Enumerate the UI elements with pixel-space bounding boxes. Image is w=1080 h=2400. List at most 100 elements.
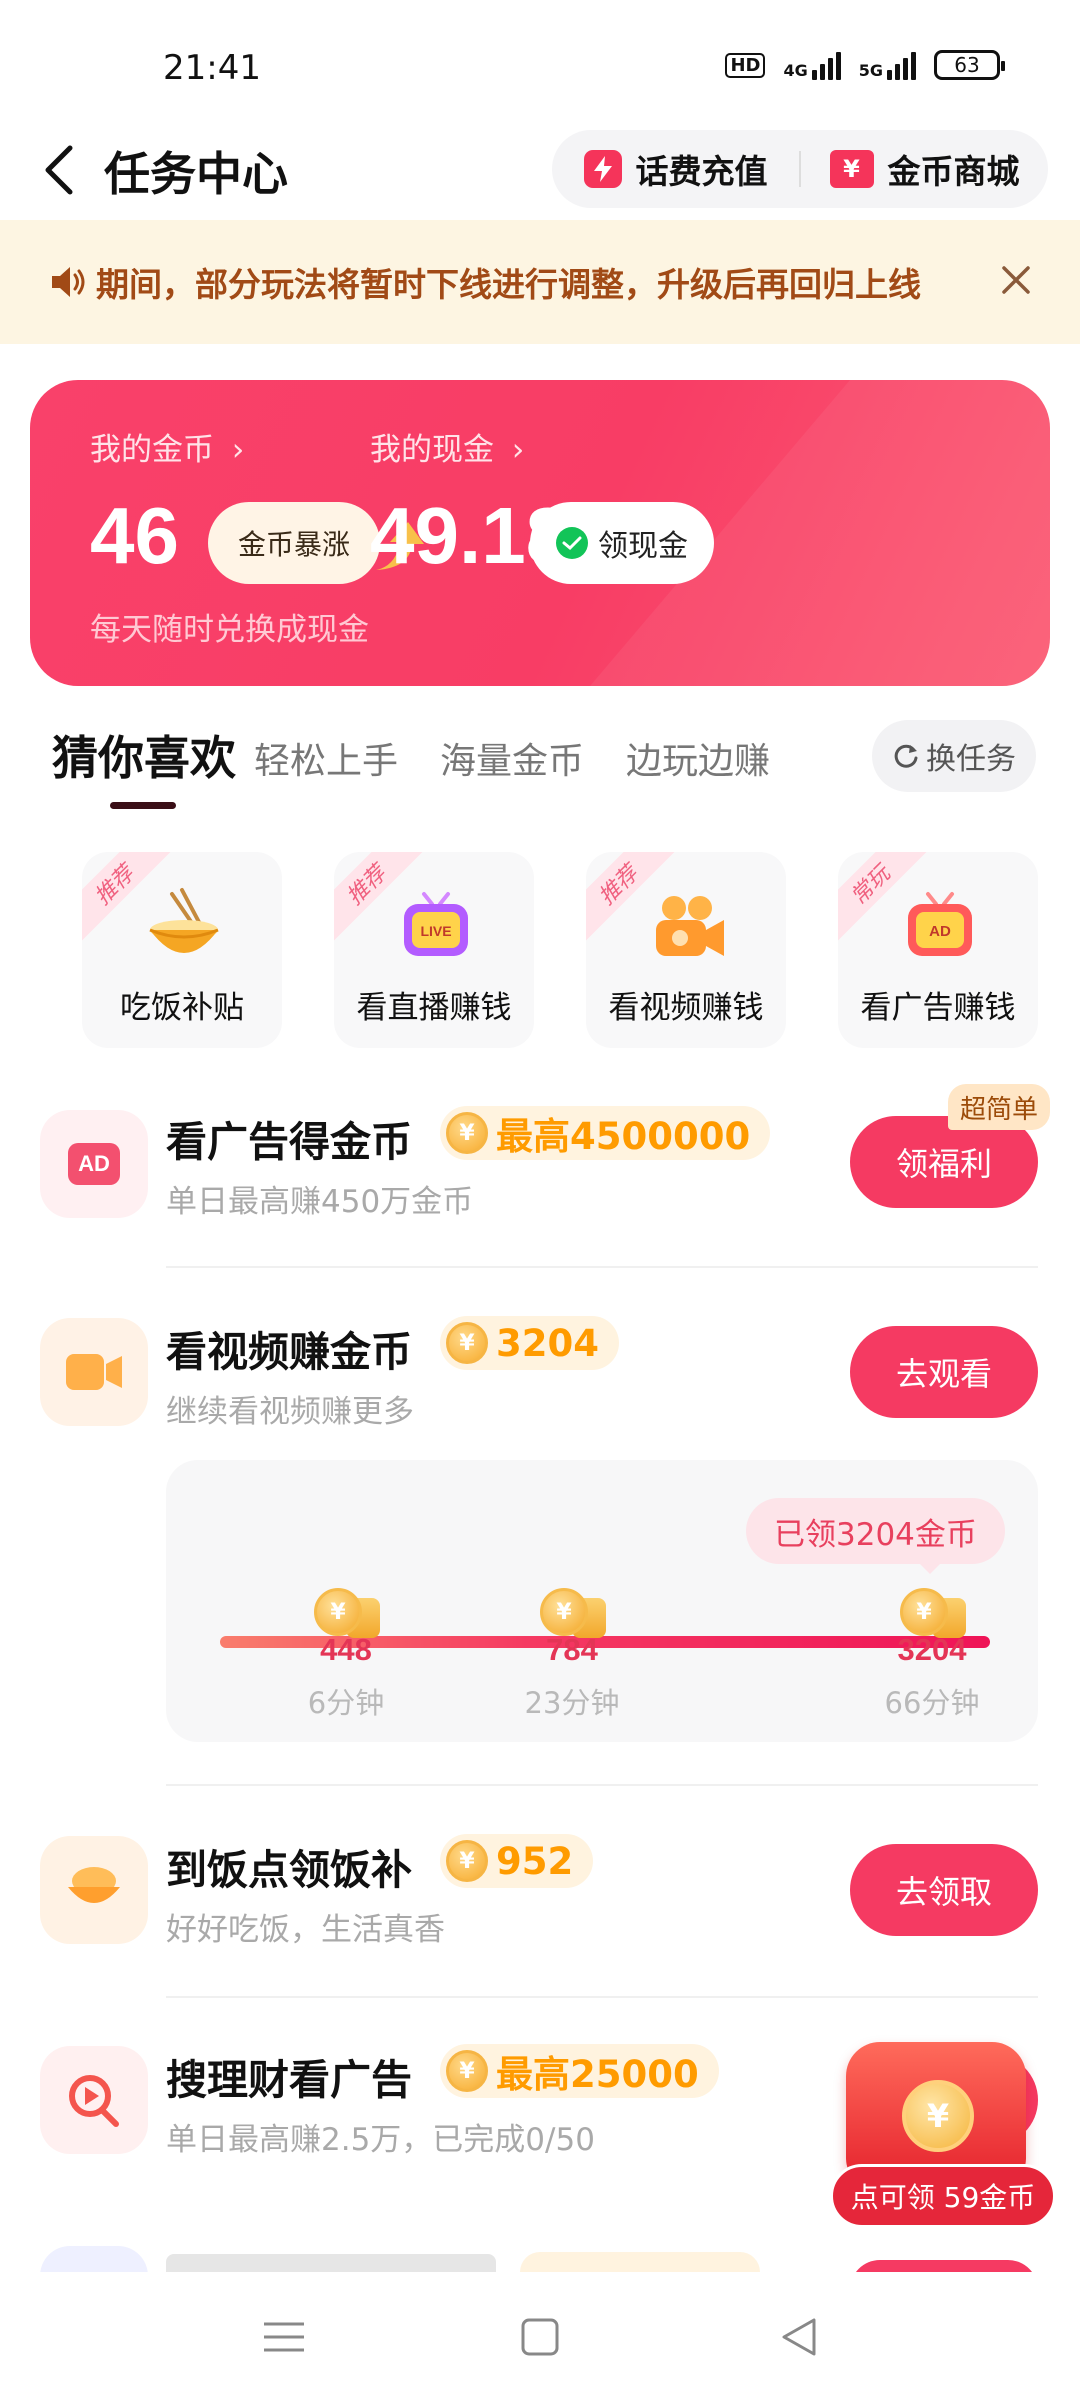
coin-icon: ¥ <box>446 1840 488 1882</box>
notice-bar: 期间，部分玩法将暂时下线进行调整，升级后再回归上线 <box>0 220 1080 344</box>
coin-icon: ¥ <box>446 1322 488 1364</box>
swap-tasks-button[interactable]: 换任务 <box>872 720 1036 792</box>
bowl-icon <box>68 1867 120 1903</box>
reward-badge: ¥ 最高4500000 <box>440 1106 771 1160</box>
watch-button[interactable]: 去观看 <box>850 1326 1038 1418</box>
status-time: 21:41 <box>163 48 261 88</box>
home-icon[interactable] <box>510 2312 570 2362</box>
divider <box>166 1784 1038 1786</box>
task-title: 到饭点领饭补 <box>166 1846 412 1894</box>
claim-meal-button[interactable]: 去领取 <box>850 1844 1038 1936</box>
grid-label: 看直播赚钱 <box>356 990 512 1026</box>
task-subtitle: 继续看视频赚更多 <box>166 1394 414 1430</box>
meal-bowl-icon <box>40 1836 148 1944</box>
reward-badge: ¥ 最高25000 <box>440 2044 719 2098</box>
reward-amount: 最高4500000 <box>496 1115 751 1158</box>
header: 任务中心 话费充值 ¥ 金币商城 <box>0 120 1080 220</box>
coin-icon: ¥ <box>446 2050 488 2092</box>
recharge-label: 话费充值 <box>635 152 768 191</box>
grid-label: 看广告赚钱 <box>860 990 1016 1026</box>
claimed-coins-badge: 已领3204金币 <box>746 1498 1005 1564</box>
ad-icon: AD <box>40 1110 148 1218</box>
notice-text: 期间，部分玩法将暂时下线进行调整，升级后再回归上线 <box>96 265 921 304</box>
coin-icon: ¥ <box>314 1588 362 1636</box>
back-triangle-icon[interactable] <box>770 2312 830 2362</box>
milestone-time: 23分钟 <box>524 1686 620 1720</box>
task-row-meal: 到饭点领饭补 ¥ 952 好好吃饭，生活真香 去领取 <box>0 1834 1080 1966</box>
coin-icon: ¥ <box>540 1588 588 1636</box>
tab-massive-coins[interactable]: 海量金币 <box>440 732 584 784</box>
swap-tasks-label: 换任务 <box>926 742 1016 777</box>
signal-4g-icon: 4G <box>783 50 841 80</box>
grid-item-live-earn[interactable]: 推荐 LIVE 看直播赚钱 <box>334 852 534 1048</box>
reward-amount: 3204 <box>496 1321 599 1365</box>
task-title-partial <box>166 2254 496 2272</box>
speaker-icon <box>52 267 85 297</box>
coins-link[interactable]: 我的金币 › <box>90 424 244 469</box>
status-bar: 21:41 HD 4G 5G 63 <box>0 0 1080 120</box>
noodle-bowl-icon <box>149 888 219 953</box>
quick-task-grid: 推荐 吃饭补贴 推荐 LIVE 看直播赚钱 推荐 看视频赚钱 常玩 AD 看广告… <box>82 852 1040 1048</box>
cash-link[interactable]: 我的现金 › <box>370 424 524 469</box>
chevron-right-icon: › <box>231 432 245 468</box>
task-title: 看视频赚金币 <box>166 1328 412 1376</box>
reward-amount: 952 <box>496 1839 574 1883</box>
task-subtitle: 好好吃饭，生活真香 <box>166 1912 445 1948</box>
coin-mall-button[interactable]: ¥ 金币商城 <box>801 145 1048 193</box>
close-icon[interactable] <box>996 260 1036 300</box>
grid-label: 看视频赚钱 <box>608 990 764 1026</box>
video-camera-icon <box>656 896 724 956</box>
wechat-check-icon <box>556 527 588 559</box>
floating-red-packet[interactable]: ¥ 点可领 59金币 <box>822 2036 1056 2228</box>
balance-card: 我的金币 › 46 金币暴涨 每天随时兑换成现金 我的现金 › 49.18 领现… <box>30 380 1050 686</box>
ad-tv-icon: AD <box>908 892 972 956</box>
milestone-value: 3204 <box>897 1632 967 1667</box>
withdraw-cash-label: 领现金 <box>598 529 688 564</box>
coin-icon: ¥ <box>446 1112 488 1154</box>
battery-icon: 63 <box>934 50 1005 80</box>
yuan-ticket-icon: ¥ <box>829 150 874 188</box>
task-title: 搜理财看广告 <box>166 2056 412 2104</box>
tab-play-and-earn[interactable]: 边玩边赚 <box>626 732 770 784</box>
live-tv-icon: LIVE <box>404 892 468 956</box>
active-tab-indicator <box>110 802 176 809</box>
task-title: 看广告得金币 <box>166 1118 412 1166</box>
task-subtitle: 单日最高赚450万金币 <box>166 1184 474 1220</box>
reward-badge: ¥ 952 <box>440 1834 594 1888</box>
magnifier-play-icon <box>69 2075 119 2127</box>
menu-icon[interactable] <box>254 2312 314 2362</box>
reward-badge: ¥ 3204 <box>440 1316 619 1370</box>
search-play-icon <box>40 2046 148 2154</box>
task-tabs: 猜你喜欢 轻松上手 海量金币 边玩边赚 换任务 <box>0 720 1080 820</box>
task-row-ad: AD 看广告得金币 ¥ 最高4500000 单日最高赚450万金币 领福利 超简… <box>0 1084 1080 1238</box>
withdraw-cash-button[interactable]: 领现金 <box>530 502 714 584</box>
coin-boost-badge[interactable]: 金币暴涨 <box>208 502 381 584</box>
coin-mall-label: 金币商城 <box>887 152 1020 191</box>
grid-item-video-earn[interactable]: 推荐 看视频赚钱 <box>586 852 786 1048</box>
back-arrow-icon[interactable] <box>38 142 88 198</box>
signal-5g-icon: 5G <box>859 50 916 80</box>
coin-icon: ¥ <box>902 2080 974 2152</box>
cash-label: 我的现金 <box>370 432 494 468</box>
video-camera-small-icon <box>66 1354 122 1390</box>
grid-item-meal-subsidy[interactable]: 推荐 吃饭补贴 <box>82 852 282 1048</box>
tab-guess-you-like[interactable]: 猜你喜欢 <box>52 722 236 788</box>
coins-label: 我的金币 <box>90 432 214 468</box>
task-button-partial[interactable] <box>850 2260 1038 2272</box>
coins-hint: 每天随时兑换成现金 <box>90 612 369 648</box>
reward-badge-partial <box>520 2252 760 2272</box>
next-task-row-partial <box>0 2226 1080 2272</box>
reward-amount: 最高25000 <box>496 2053 699 2096</box>
lightning-icon <box>583 150 622 188</box>
grid-item-ad-earn[interactable]: 常玩 AD 看广告赚钱 <box>838 852 1038 1048</box>
recharge-button[interactable]: 话费充值 <box>552 145 799 193</box>
video-progress-panel: 已领3204金币 ¥ 448 6分钟 ¥ 784 23分钟 ¥ 3204 66分… <box>166 1460 1038 1742</box>
task-subtitle: 单日最高赚2.5万，已完成0/50 <box>166 2122 595 2158</box>
floating-reward-label: 点可领 59金币 <box>830 2164 1056 2228</box>
divider <box>166 1266 1038 1268</box>
tab-easy-start[interactable]: 轻松上手 <box>254 732 398 784</box>
milestone-value: 448 <box>320 1632 372 1667</box>
chevron-right-icon: › <box>511 432 525 468</box>
hd-voice-icon: HD <box>725 52 766 78</box>
milestone-time: 6分钟 <box>307 1686 385 1720</box>
